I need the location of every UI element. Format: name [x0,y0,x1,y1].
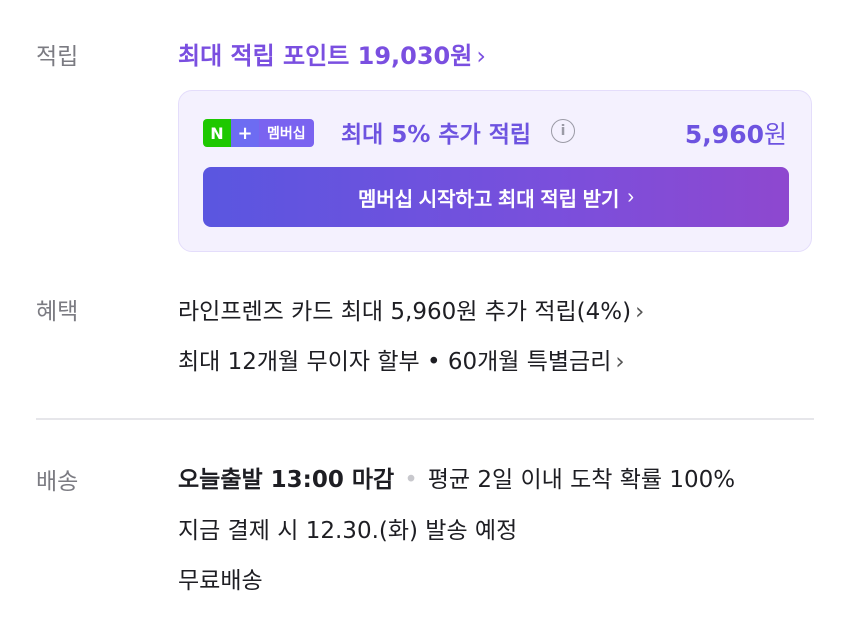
info-icon[interactable]: i [551,119,575,143]
installment-benefit-text: 최대 12개월 무이자 할부 • 60개월 특별금리 [178,349,612,375]
extra-accrual-text: 최대 5% 추가 적립 [341,122,532,148]
naver-n-icon: N [203,119,231,147]
card-benefit-text: 라인프렌즈 카드 최대 5,960원 추가 적립(4%) [178,299,632,325]
membership-badge-label: 멤버십 [259,119,314,147]
max-points-text: 최대 적립 포인트 19,030원 [178,42,473,70]
arrival-info: 평균 2일 이내 도착 확률 100% [427,467,736,493]
naver-plus-membership-badge: N + 멤버십 [203,119,314,147]
shipping-schedule: 지금 결제 시 12.30.(화) 발송 예정 [178,518,518,544]
max-points-link[interactable]: 최대 적립 포인트 19,030원 › [178,36,486,71]
chevron-right-icon: › [627,185,635,208]
shipping-info-line: 오늘출발 13:00 마감 • 평균 2일 이내 도착 확률 100% [178,460,735,494]
section-divider [36,418,814,420]
amount-value: 5,960 [684,120,764,149]
installment-benefit-link[interactable]: 최대 12개월 무이자 할부 • 60개월 특별금리 › [178,342,625,376]
plus-icon: + [231,119,259,147]
start-membership-label: 멤버십 시작하고 최대 적립 받기 [357,188,620,211]
today-departure: 오늘출발 13:00 마감 [178,467,395,493]
start-membership-button[interactable]: 멤버십 시작하고 최대 적립 받기 › [203,167,789,227]
amount-unit: 원 [763,120,787,149]
shipping-label: 배송 [36,469,79,495]
card-benefit-link[interactable]: 라인프렌즈 카드 최대 5,960원 추가 적립(4%) › [178,292,644,326]
accrual-label: 적립 [36,44,79,70]
chevron-right-icon: › [476,42,486,70]
extra-accrual-amount: 5,960원 [685,115,787,151]
membership-promo-box: N + 멤버십 최대 5% 추가 적립 i 5,960원 멤버십 시작하고 최대… [178,90,812,252]
separator-dot: • [404,467,418,493]
chevron-right-icon: › [615,349,625,375]
shipping-fee: 무료배송 [178,568,263,594]
chevron-right-icon: › [635,299,645,325]
benefits-label: 혜택 [36,299,79,325]
